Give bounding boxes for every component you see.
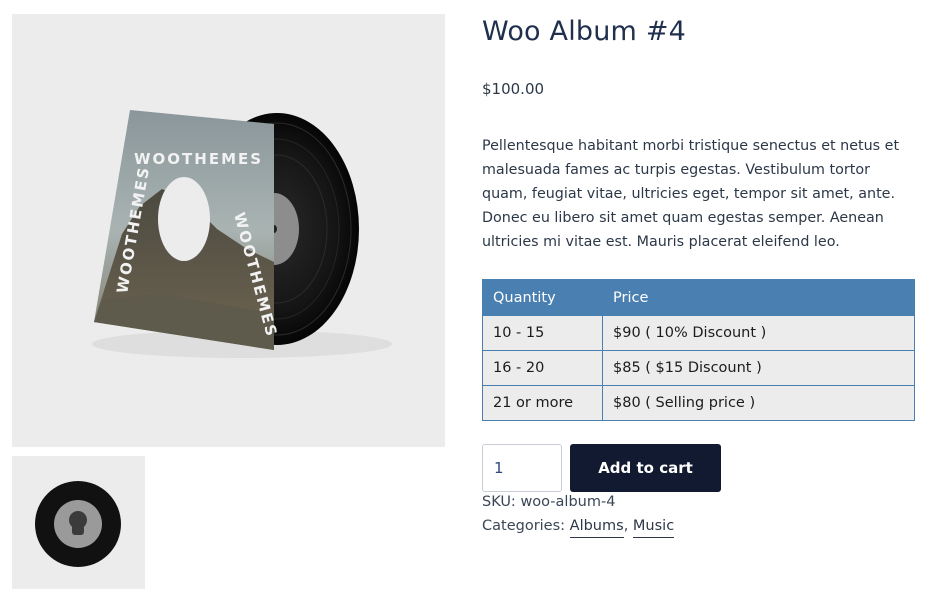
table-row: 16 - 20 $85 ( $15 Discount ) — [482, 350, 915, 386]
quantity-input[interactable] — [482, 444, 562, 492]
price-cell: $90 ( 10% Discount ) — [602, 315, 915, 351]
table-row: 10 - 15 $90 ( 10% Discount ) — [482, 315, 915, 351]
svg-text:WOOTHEMES: WOOTHEMES — [134, 150, 263, 168]
vinyl-thumbnail-icon — [35, 481, 121, 567]
column-header-quantity: Quantity — [482, 279, 603, 316]
product-categories: Categories: Albums, Music — [482, 518, 675, 538]
add-to-cart-button[interactable]: Add to cart — [570, 444, 721, 492]
bulk-pricing-table: Quantity Price 10 - 15 $90 ( 10% Discoun… — [482, 279, 915, 421]
column-header-price: Price — [602, 279, 915, 316]
product-sku: SKU: woo-album-4 — [482, 494, 615, 510]
quantity-cell: 16 - 20 — [482, 350, 603, 386]
category-link-albums[interactable]: Albums — [569, 518, 624, 538]
product-title: Woo Album #4 — [482, 16, 687, 47]
table-row: 21 or more $80 ( Selling price ) — [482, 385, 915, 421]
price-cell: $85 ( $15 Discount ) — [602, 350, 915, 386]
product-price: $100.00 — [482, 80, 545, 98]
table-header-row: Quantity Price — [482, 279, 915, 316]
sku-label: SKU: — [482, 494, 516, 510]
quantity-cell: 21 or more — [482, 385, 603, 421]
category-link-music[interactable]: Music — [632, 518, 675, 538]
price-cell: $80 ( Selling price ) — [602, 385, 915, 421]
category-separator: , — [623, 518, 629, 534]
sku-value: woo-album-4 — [520, 494, 616, 510]
quantity-cell: 10 - 15 — [482, 315, 603, 351]
product-description: Pellentesque habitant morbi tristique se… — [482, 138, 900, 250]
product-thumbnail[interactable] — [12, 456, 145, 589]
product-main-image[interactable]: WOOTHEMES WOOTHEMES WOOTHEMES — [12, 14, 445, 447]
vinyl-album-illustration: WOOTHEMES WOOTHEMES WOOTHEMES — [92, 110, 392, 358]
product-summary: Woo Album #4 $100.00 Pellentesque habita… — [482, 14, 916, 538]
categories-label: Categories: — [482, 518, 566, 534]
